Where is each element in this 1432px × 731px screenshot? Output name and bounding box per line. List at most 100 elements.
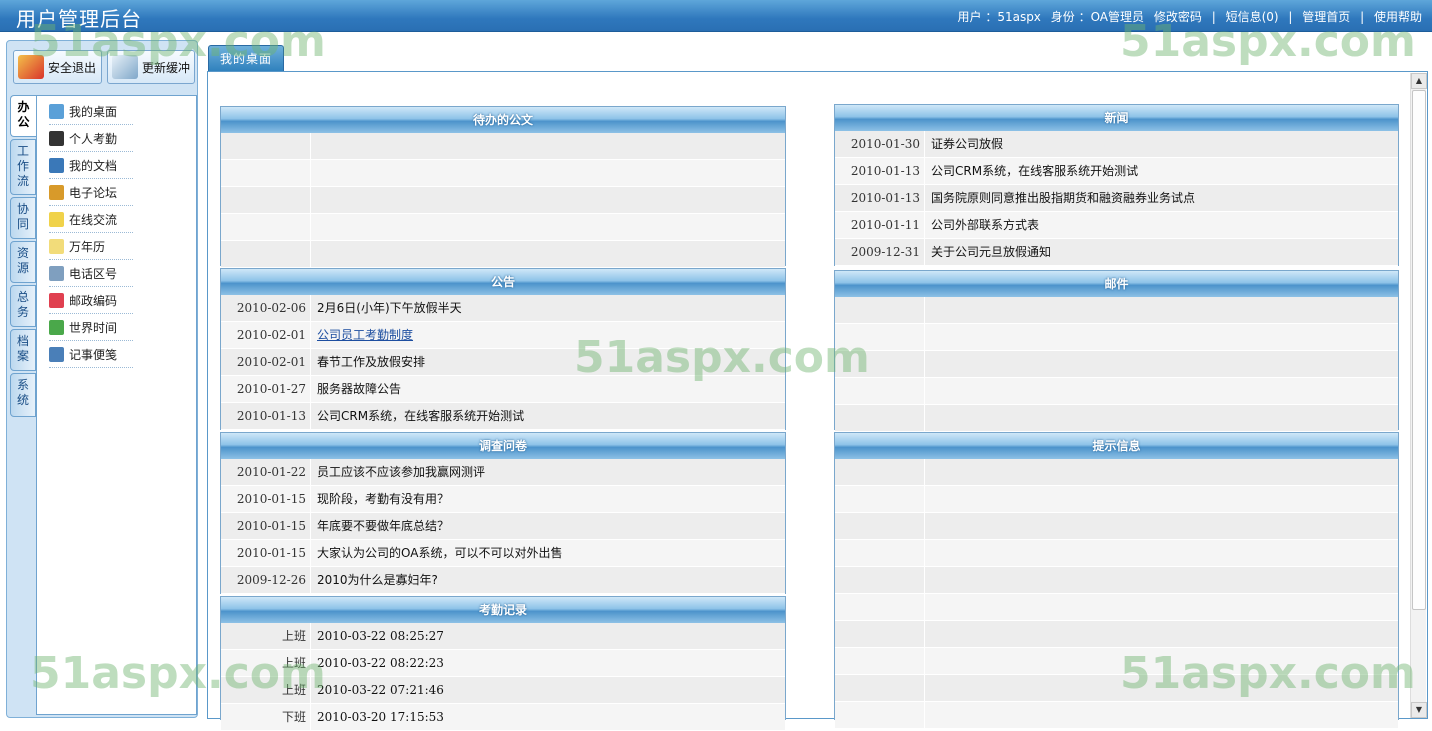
- menu-item[interactable]: 在线交流: [49, 207, 133, 233]
- menu-item[interactable]: 电子论坛: [49, 180, 133, 206]
- item-title[interactable]: 公司员工考勤制度: [311, 322, 785, 348]
- item-title[interactable]: 员工应该不应该参加我赢网测评: [311, 459, 785, 485]
- vtab-workflow[interactable]: 工作流: [10, 139, 36, 195]
- menu-item[interactable]: 记事便笺: [49, 342, 133, 368]
- vtab-system[interactable]: 系统: [10, 373, 36, 417]
- item-title[interactable]: 国务院原则同意推出股指期货和融资融券业务试点: [925, 185, 1398, 211]
- item-date: [835, 702, 925, 728]
- list-item[interactable]: 2010-01-30 证券公司放假: [835, 131, 1398, 158]
- item-title[interactable]: 春节工作及放假安排: [311, 349, 785, 375]
- item-title[interactable]: 现阶段，考勤有没有用？: [311, 486, 785, 512]
- menu-item[interactable]: 我的文档: [49, 153, 133, 179]
- vtab-office[interactable]: 办公: [10, 95, 36, 137]
- panel-mail: 邮件: [834, 270, 1399, 432]
- item-title[interactable]: 2010-03-22 08:22:23: [311, 650, 785, 676]
- item-date: 2010-01-13: [835, 185, 925, 211]
- menu-item[interactable]: 个人考勤: [49, 126, 133, 152]
- scroll-thumb[interactable]: [1412, 90, 1426, 610]
- list-item[interactable]: 2010-01-27 服务器故障公告: [221, 376, 785, 403]
- menu-item-label: 电子论坛: [69, 186, 118, 200]
- item-date: [221, 160, 311, 186]
- desktop-icon: [49, 104, 64, 119]
- refresh-cache-button[interactable]: 更新缓冲: [107, 50, 195, 84]
- item-title: [925, 351, 1398, 377]
- item-date: [835, 378, 925, 404]
- list-item[interactable]: 2010-02-01 春节工作及放假安排: [221, 349, 785, 376]
- vtab-resources[interactable]: 资源: [10, 241, 36, 283]
- list-item[interactable]: 2010-02-01 公司员工考勤制度: [221, 322, 785, 349]
- list-item: [835, 351, 1398, 378]
- item-title[interactable]: 2010为什么是寡妇年?: [311, 567, 785, 593]
- item-date: [835, 594, 925, 620]
- menu-item[interactable]: 电话区号: [49, 261, 133, 287]
- item-title[interactable]: 2010-03-20 17:15:53: [311, 704, 785, 730]
- admin-home-link[interactable]: 管理首页: [1302, 10, 1350, 24]
- list-item: [835, 405, 1398, 432]
- item-title[interactable]: 大家认为公司的OA系统，可以不可以对外出售: [311, 540, 785, 566]
- change-password-link[interactable]: 修改密码: [1154, 10, 1202, 24]
- vtab-archives[interactable]: 档案: [10, 329, 36, 371]
- panel-title: 调查问卷: [221, 433, 785, 459]
- tab-my-desktop[interactable]: 我的桌面: [208, 45, 284, 72]
- main-frame: 待办的公文 公告 2010-02-06 2月6日(小年)下午放假半天 2010-02…: [207, 71, 1428, 731]
- item-title[interactable]: 证券公司放假: [925, 131, 1398, 157]
- item-title[interactable]: 2010-03-22 08:25:27: [311, 623, 785, 649]
- item-title: [925, 297, 1398, 323]
- panel-survey: 调查问卷 2010-01-22 员工应该不应该参加我赢网测评 2010-01-15 现…: [220, 432, 786, 594]
- vtab-general-affairs[interactable]: 总务: [10, 285, 36, 327]
- list-item[interactable]: 上班 2010-03-22 08:25:27: [221, 623, 785, 650]
- list-item[interactable]: 2010-01-13 国务院原则同意推出股指期货和融资融券业务试点: [835, 185, 1398, 212]
- list-item[interactable]: 2010-01-15 年底要不要做年底总结？: [221, 513, 785, 540]
- separator: |: [1288, 10, 1293, 24]
- scroll-up-button[interactable]: ▲: [1411, 73, 1427, 89]
- scroll-down-button[interactable]: ▼: [1411, 702, 1427, 718]
- list-item[interactable]: 2009-12-26 2010为什么是寡妇年?: [221, 567, 785, 594]
- list-item: [835, 378, 1398, 405]
- list-item[interactable]: 2010-02-06 2月6日(小年)下午放假半天: [221, 295, 785, 322]
- messages-link[interactable]: 短信息(0): [1226, 10, 1279, 24]
- forum-icon: [49, 185, 64, 200]
- top-header: 用户管理后台 用户 ：51aspx 身份 ：OA管理员 修改密码 | 短信息(0…: [0, 0, 1432, 32]
- item-title[interactable]: 公司外部联系方式表: [925, 212, 1398, 238]
- help-link[interactable]: 使用帮助: [1374, 10, 1422, 24]
- item-title: [925, 324, 1398, 350]
- menu-item[interactable]: 世界时间: [49, 315, 133, 341]
- menu-item[interactable]: 万年历: [49, 234, 133, 260]
- panel-title: 提示信息: [835, 433, 1398, 459]
- logout-button[interactable]: 安全退出: [13, 50, 102, 84]
- list-item[interactable]: 下班 2010-03-20 17:15:53: [221, 704, 785, 731]
- list-item[interactable]: 2010-01-15 现阶段，考勤有没有用？: [221, 486, 785, 513]
- item-title[interactable]: 年底要不要做年底总结？: [311, 513, 785, 539]
- item-date: [835, 324, 925, 350]
- panel-notice: 公告 2010-02-06 2月6日(小年)下午放假半天 2010-02-01 公司员…: [220, 268, 786, 430]
- item-title[interactable]: 关于公司元旦放假通知: [925, 239, 1398, 265]
- menu-item[interactable]: 邮政编码: [49, 288, 133, 314]
- side-menu: 我的桌面 个人考勤 我的文档电子论坛在线交流 万年历 电话区号 邮政编码 世界时间 记事便笺: [36, 95, 197, 715]
- item-date: [221, 241, 311, 267]
- item-title[interactable]: 公司CRM系统，在线客服系统开始测试: [925, 158, 1398, 184]
- panel-news: 新闻 2010-01-30 证券公司放假 2010-01-13 公司CRM系统，在线客…: [834, 104, 1399, 266]
- item-title[interactable]: 服务器故障公告: [311, 376, 785, 402]
- item-title: [925, 540, 1398, 566]
- item-title: [311, 160, 785, 186]
- item-title[interactable]: 2月6日(小年)下午放假半天: [311, 295, 785, 321]
- list-item[interactable]: 2009-12-31 关于公司元旦放假通知: [835, 239, 1398, 266]
- list-item[interactable]: 2010-01-15 大家认为公司的OA系统，可以不可以对外出售: [221, 540, 785, 567]
- item-date: [221, 187, 311, 213]
- separator: |: [1211, 10, 1216, 24]
- vtab-label: 系统: [16, 378, 29, 407]
- menu-item[interactable]: 我的桌面: [49, 99, 133, 125]
- list-item[interactable]: 2010-01-13 公司CRM系统，在线客服系统开始测试: [221, 403, 785, 430]
- list-item[interactable]: 上班 2010-03-22 08:22:23: [221, 650, 785, 677]
- vtab-collaboration[interactable]: 协同: [10, 197, 36, 239]
- item-date: 2010-02-01: [221, 349, 311, 375]
- list-item: [835, 540, 1398, 567]
- list-item[interactable]: 2010-01-13 公司CRM系统，在线客服系统开始测试: [835, 158, 1398, 185]
- list-item[interactable]: 上班 2010-03-22 07:21:46: [221, 677, 785, 704]
- item-title[interactable]: 公司CRM系统，在线客服系统开始测试: [311, 403, 785, 429]
- item-title[interactable]: 2010-03-22 07:21:46: [311, 677, 785, 703]
- vertical-scrollbar[interactable]: ▲ ▼: [1410, 73, 1427, 718]
- item-date: [835, 675, 925, 701]
- list-item[interactable]: 2010-01-22 员工应该不应该参加我赢网测评: [221, 459, 785, 486]
- list-item[interactable]: 2010-01-11 公司外部联系方式表: [835, 212, 1398, 239]
